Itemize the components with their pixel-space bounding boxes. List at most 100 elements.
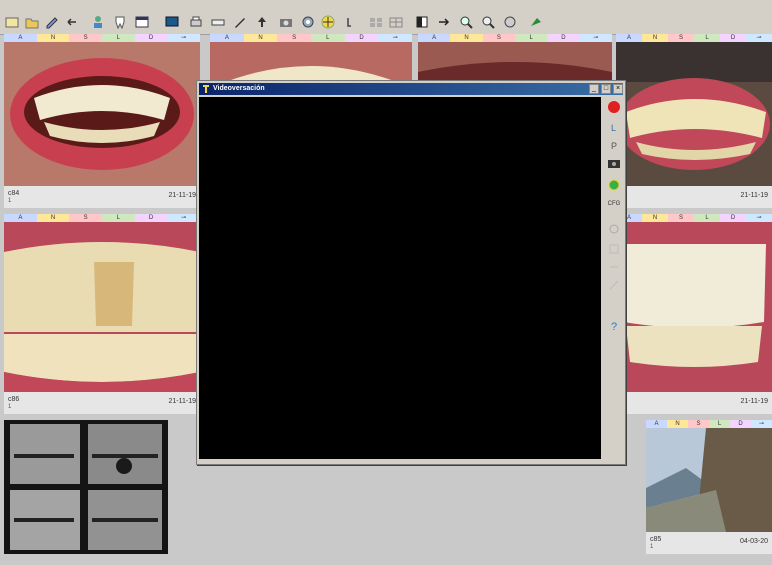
image-tile[interactable]: A N S L D ⊸ c85 1 04-03-20 xyxy=(646,420,772,554)
edit-icon[interactable] xyxy=(44,14,60,30)
tag-n[interactable]: N xyxy=(450,34,483,42)
tag-a[interactable]: A xyxy=(4,214,37,222)
camera-icon[interactable] xyxy=(278,14,294,30)
contrast-icon[interactable] xyxy=(414,14,430,30)
tag-d[interactable]: D xyxy=(730,420,751,428)
exit-icon[interactable] xyxy=(528,14,544,30)
zoom-out-icon[interactable] xyxy=(480,14,496,30)
tag-a[interactable]: A xyxy=(616,34,642,42)
disabled-tool-icon[interactable] xyxy=(606,259,622,275)
tile-code: c85 xyxy=(650,536,662,543)
tag-l[interactable]: L xyxy=(102,34,135,42)
maximize-button[interactable]: □ xyxy=(601,84,611,94)
tile-code: c86 xyxy=(8,396,20,403)
disabled-tool-icon[interactable] xyxy=(606,241,622,257)
image-tile[interactable]: A N S L D ⊸ c86 1 21-11-19 xyxy=(4,214,201,414)
video-preview[interactable] xyxy=(199,97,601,459)
xray-tile[interactable] xyxy=(4,420,168,554)
tile-footer: c86 1 21-11-19 xyxy=(4,392,200,414)
tag-n[interactable]: N xyxy=(36,34,70,42)
tag-n[interactable]: N xyxy=(36,214,70,222)
layout-icon[interactable] xyxy=(388,14,404,30)
person-icon[interactable] xyxy=(90,14,106,30)
tag-n[interactable]: N xyxy=(243,34,278,42)
tag-d[interactable]: D xyxy=(720,214,746,222)
scanner-icon[interactable] xyxy=(210,14,226,30)
status-green-icon[interactable] xyxy=(606,177,622,193)
print-icon[interactable] xyxy=(188,14,204,30)
tag-link[interactable]: ⊸ xyxy=(746,214,772,222)
face-icon[interactable] xyxy=(502,14,518,30)
teeth-photo xyxy=(616,222,772,392)
help-icon[interactable]: ? xyxy=(606,317,622,333)
tag-a[interactable]: A xyxy=(210,34,244,42)
play-icon[interactable]: P xyxy=(606,137,622,153)
window-icon[interactable] xyxy=(134,14,150,30)
tag-link[interactable]: ⊸ xyxy=(378,34,413,42)
tag-s[interactable]: S xyxy=(482,34,515,42)
tag-d[interactable]: D xyxy=(134,214,168,222)
tag-link[interactable]: ⊸ xyxy=(579,34,612,42)
minimize-button[interactable]: _ xyxy=(589,84,599,94)
tag-s[interactable]: S xyxy=(688,420,709,428)
tag-l[interactable]: L xyxy=(694,214,720,222)
tag-a[interactable]: A xyxy=(4,34,37,42)
tag-s[interactable]: S xyxy=(668,214,694,222)
tag-s[interactable]: S xyxy=(69,34,103,42)
undo-icon[interactable] xyxy=(64,14,80,30)
tag-link[interactable]: ⊸ xyxy=(751,420,772,428)
config-label[interactable]: CFG xyxy=(605,201,623,207)
tag-l[interactable]: L xyxy=(102,214,135,222)
tag-n[interactable]: N xyxy=(667,420,688,428)
image-tile[interactable]: A N S L D ⊸ c84 1 21-11-19 xyxy=(4,34,201,208)
tag-s[interactable]: S xyxy=(69,214,103,222)
tag-a[interactable]: A xyxy=(418,34,451,42)
tile-label-bar: A N S L D ⊸ xyxy=(616,34,772,42)
new-patient-icon[interactable] xyxy=(4,14,20,30)
settings-icon[interactable] xyxy=(300,14,316,30)
image-tile[interactable]: A N S L D ⊸ xyxy=(210,34,413,84)
teeth-photo xyxy=(210,42,412,84)
zoom-in-icon[interactable] xyxy=(458,14,474,30)
link-icon[interactable] xyxy=(344,14,360,30)
svg-text:L: L xyxy=(611,123,616,133)
left-icon[interactable]: L xyxy=(606,119,622,135)
tooth-icon[interactable] xyxy=(112,14,128,30)
tag-l[interactable]: L xyxy=(514,34,548,42)
image-tile[interactable]: A N S L D ⊸ 21-11-19 xyxy=(616,214,772,414)
pen-icon[interactable] xyxy=(232,14,248,30)
tag-link[interactable]: ⊸ xyxy=(167,34,201,42)
tag-a[interactable]: A xyxy=(646,420,667,428)
upload-icon[interactable] xyxy=(254,14,270,30)
monitor-icon[interactable] xyxy=(164,14,180,30)
record-icon[interactable] xyxy=(606,99,622,115)
snapshot-camera-icon[interactable] xyxy=(606,155,622,171)
tile-label-bar: A N S L D ⊸ xyxy=(616,214,772,222)
tag-l[interactable]: L xyxy=(694,34,720,42)
tag-n[interactable]: N xyxy=(642,214,668,222)
tag-link[interactable]: ⊸ xyxy=(746,34,772,42)
arrow-icon[interactable] xyxy=(436,14,452,30)
tag-l[interactable]: L xyxy=(311,34,345,42)
tag-l[interactable]: L xyxy=(709,420,730,428)
close-button[interactable]: × xyxy=(613,84,623,94)
tag-d[interactable]: D xyxy=(720,34,746,42)
folder-icon[interactable] xyxy=(24,14,40,30)
teeth-photo xyxy=(4,42,200,186)
image-tile[interactable]: A N S L D ⊸ 21-11-19 xyxy=(616,34,772,208)
dialog-titlebar[interactable]: Videoversación _ □ × xyxy=(199,83,623,95)
tag-d[interactable]: D xyxy=(547,34,580,42)
image-tile[interactable]: A N S L D ⊸ xyxy=(418,34,612,84)
tile-label-bar: A N S L D ⊸ xyxy=(418,34,612,42)
tag-d[interactable]: D xyxy=(134,34,168,42)
move-icon[interactable] xyxy=(320,14,336,30)
tile-date: 21-11-19 xyxy=(168,398,196,405)
disabled-tool-icon[interactable] xyxy=(606,277,622,293)
disabled-tool-icon[interactable] xyxy=(606,221,622,237)
tag-n[interactable]: N xyxy=(642,34,668,42)
tag-d[interactable]: D xyxy=(344,34,379,42)
grid-icon[interactable] xyxy=(368,14,384,30)
tag-s[interactable]: S xyxy=(668,34,694,42)
tile-label-bar: A N S L D ⊸ xyxy=(210,34,413,42)
tag-s[interactable]: S xyxy=(277,34,312,42)
